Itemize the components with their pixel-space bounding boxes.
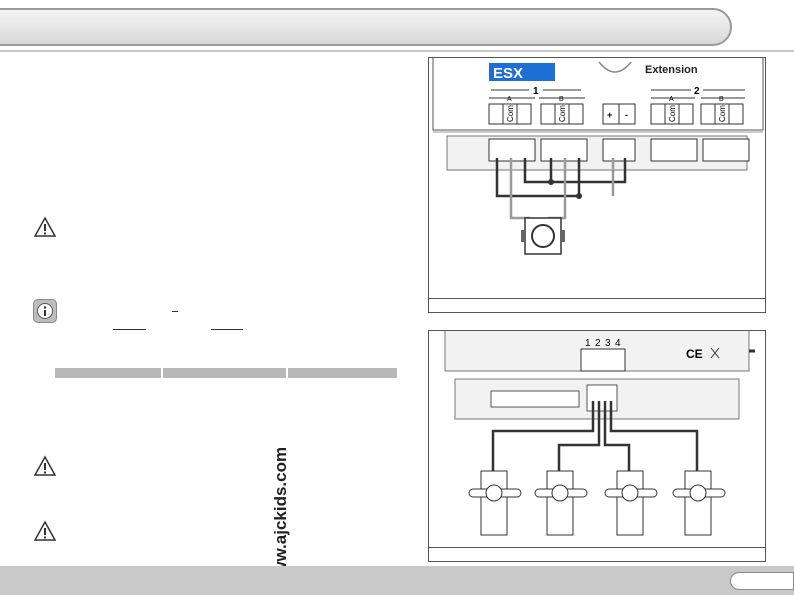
table-header-cell	[163, 368, 286, 378]
figure-servo-wiring: 1 2 3 4 CE	[428, 330, 766, 562]
port-a-label: A	[669, 96, 674, 103]
module-name: Extension	[645, 64, 698, 76]
plus-label: +	[607, 110, 612, 120]
com-label: Com	[558, 105, 567, 122]
page-number-badge	[730, 572, 794, 590]
com-label: Com	[718, 105, 727, 122]
underline-mark	[113, 329, 146, 330]
port-b-label: B	[719, 96, 724, 103]
warning-icon	[34, 455, 56, 476]
port-a-label: A	[507, 96, 512, 103]
warning-icon	[34, 216, 56, 237]
pin-3-label: 3	[605, 338, 611, 349]
figure-caption-bar	[429, 547, 765, 561]
underline-mark	[172, 311, 178, 312]
minus-label: -	[625, 110, 628, 120]
port-b-label: B	[559, 96, 564, 103]
group-2-label: 2	[694, 86, 700, 97]
header-divider	[0, 50, 794, 52]
table-header-cell	[288, 368, 397, 378]
info-icon	[33, 299, 57, 323]
com-label: Com	[506, 105, 515, 122]
header-bar	[0, 8, 732, 46]
warning-icon	[34, 520, 56, 541]
pin-2-label: 2	[595, 338, 601, 349]
figure-extension-wiring: ESX Extension 1 2 A B A B Com Com Com Co…	[428, 57, 766, 313]
brand-logo: ESX	[493, 65, 523, 82]
ce-mark: CE	[686, 347, 703, 361]
group-1-label: 1	[533, 86, 539, 97]
underline-mark	[211, 329, 243, 330]
com-label: Com	[668, 105, 677, 122]
footer-strip	[0, 566, 794, 595]
pin-4-label: 4	[615, 338, 621, 349]
figure-caption-bar	[429, 298, 765, 312]
table-header-cell	[55, 368, 161, 378]
pin-1-label: 1	[585, 338, 591, 349]
